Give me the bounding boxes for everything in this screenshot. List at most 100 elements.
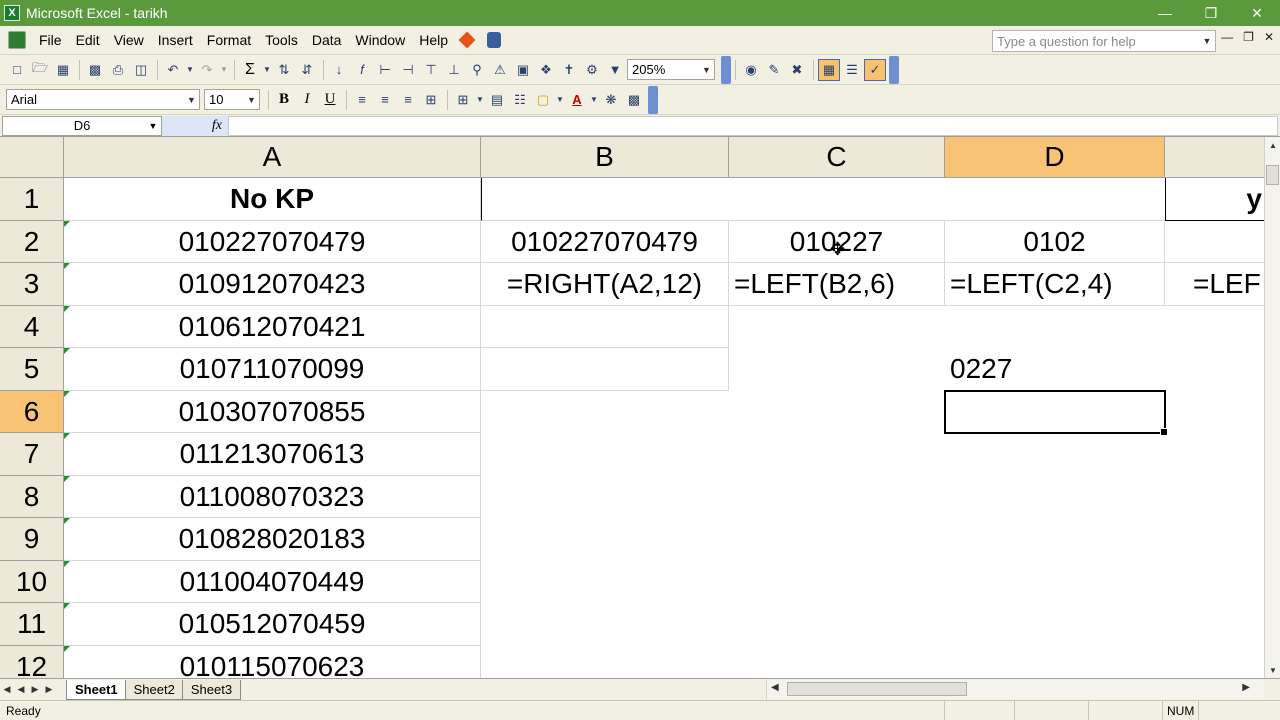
minimize-button[interactable]: — [1142,0,1188,26]
menu-edit[interactable]: Edit [69,29,107,51]
open-folder-icon[interactable]: 🗁 [29,59,51,81]
cell-b2[interactable]: 010227070479 [481,221,729,263]
trace-error-icon[interactable]: ⚠ [489,59,511,81]
new-comment-icon[interactable]: ▣ [512,59,534,81]
print-preview-icon[interactable]: ◫ [130,59,152,81]
row-header-7[interactable]: 7 [0,433,64,476]
print-icon[interactable]: ⎙ [107,59,129,81]
cell-b1[interactable] [481,178,1165,221]
horizontal-scroll-thumb[interactable] [787,682,967,696]
redo-dropdown-icon[interactable]: ▼ [219,59,229,81]
cell-b5[interactable] [481,348,729,391]
help-search-input[interactable]: Type a question for help ▼ [992,30,1216,52]
cell-a10[interactable]: 011004070449 [64,561,481,603]
vertical-scrollbar[interactable]: ▲ ▼ [1264,137,1280,678]
cell-a5[interactable]: 010711070099 [64,348,481,391]
sort-descending-icon[interactable]: ⇵ [296,59,318,81]
tab-sheet2[interactable]: Sheet2 [124,679,184,700]
scroll-down-icon[interactable]: ▼ [1265,662,1280,678]
menu-view[interactable]: View [107,29,151,51]
cell-a8[interactable]: 011008070323 [64,476,481,518]
last-sheet-icon[interactable]: ▶ [42,681,56,699]
excel-app-icon[interactable]: X [4,5,20,21]
bold-button[interactable]: B [273,89,295,111]
menu-data[interactable]: Data [305,29,349,51]
remove-arrows-icon[interactable]: ⚲ [466,59,488,81]
underline-button[interactable]: U [319,89,341,111]
freeze-panes-icon[interactable]: ☰ [841,59,863,81]
toolbar-options-handle-2[interactable] [889,55,899,84]
vertical-scroll-thumb[interactable] [1266,165,1279,185]
format-painter-icon[interactable]: ❋ [600,89,622,111]
column-header-c[interactable]: C [729,137,945,178]
toolbar-options-handle[interactable] [721,55,731,84]
row-header-11[interactable]: 11 [0,603,64,646]
chevron-down-icon[interactable]: ▼ [699,60,714,79]
cell-e2[interactable] [1165,221,1264,263]
tab-sheet3[interactable]: Sheet3 [181,679,242,700]
cell-e3[interactable]: =LEF [1165,263,1264,306]
borders-dropdown-icon[interactable]: ▼ [475,89,485,111]
row-header-12[interactable]: 12 [0,646,64,678]
save-icon[interactable]: ▦ [52,59,74,81]
close-button[interactable]: ✕ [1234,0,1280,26]
scroll-right-icon[interactable]: ▶ [1242,682,1250,693]
cell-a9[interactable]: 010828020183 [64,518,481,561]
workbook-icon[interactable] [8,31,26,49]
column-header-b[interactable]: B [481,137,729,178]
select-all-corner[interactable] [0,137,64,178]
font-size-select[interactable]: 10 ▼ [204,89,260,110]
row-header-5[interactable]: 5 [0,348,64,391]
cell-c3[interactable]: =LEFT(B2,6) [729,263,945,306]
trace-dependents-icon[interactable]: ⊤ [420,59,442,81]
scroll-left-icon[interactable]: ◀ [771,682,779,693]
workbook-close-button[interactable]: ✕ [1264,30,1274,44]
redo-icon[interactable]: ↷ [196,59,218,81]
cell-a6[interactable]: 010307070855 [64,391,481,433]
maximize-button[interactable]: ❐ [1188,0,1234,26]
align-right-icon[interactable]: ≡ [397,89,419,111]
chevron-down-icon[interactable]: ▼ [1199,31,1215,51]
sort-ascending-icon[interactable]: ⇅ [273,59,295,81]
row-header-4[interactable]: 4 [0,306,64,348]
filter-icon[interactable]: ▼ [604,59,626,81]
row-header-9[interactable]: 9 [0,518,64,561]
cell-a2[interactable]: 010227070479 [64,221,481,263]
cell-a3[interactable]: 010912070423 [64,263,481,306]
column-header-e[interactable] [1165,137,1264,178]
chevron-down-icon[interactable]: ▼ [244,90,259,109]
row-header-2[interactable]: 2 [0,221,64,263]
column-lines-icon[interactable]: ☷ [509,89,531,111]
permission-icon[interactable]: ▩ [84,59,106,81]
align-left-icon[interactable]: ≡ [351,89,373,111]
menu-help[interactable]: Help [412,29,455,51]
row-header-10[interactable]: 10 [0,561,64,603]
row-header-1[interactable]: 1 [0,178,64,221]
active-cell-d6[interactable] [944,390,1168,436]
tab-sheet1[interactable]: Sheet1 [66,679,127,700]
help-book-icon[interactable] [487,32,501,48]
cell-a4[interactable]: 010612070421 [64,306,481,348]
cell-a12[interactable]: 010115070623 [64,646,481,678]
cell-d3[interactable]: =LEFT(C2,4) [945,263,1165,306]
borders-icon[interactable]: ⊞ [452,89,474,111]
cell-a7[interactable]: 011213070613 [64,433,481,476]
trace-arrow-icon[interactable]: ↓ [328,59,350,81]
clear-validation-icon[interactable]: ✝ [558,59,580,81]
camera-icon[interactable]: ◉ [740,59,762,81]
row-header-6[interactable]: 6 [0,391,64,433]
cell-a1[interactable]: No KP [64,178,481,221]
chevron-down-icon[interactable]: ▼ [145,117,161,135]
undo-icon[interactable]: ↶ [162,59,184,81]
column-header-d[interactable]: D [945,137,1165,178]
workbook-restore-button[interactable]: ❐ [1243,30,1254,44]
merge-center-icon[interactable]: ⊞ [420,89,442,111]
cell-e1[interactable]: y [1165,178,1264,221]
zoom-select[interactable]: 205% ▼ [627,59,715,80]
evaluate-icon[interactable]: ⚙ [581,59,603,81]
row-header-3[interactable]: 3 [0,263,64,306]
remove-watch-icon[interactable]: ✖ [786,59,808,81]
name-box[interactable]: D6 ▼ [2,115,162,136]
cell-d5[interactable]: 0227 [945,348,1165,391]
italic-button[interactable]: I [296,89,318,111]
